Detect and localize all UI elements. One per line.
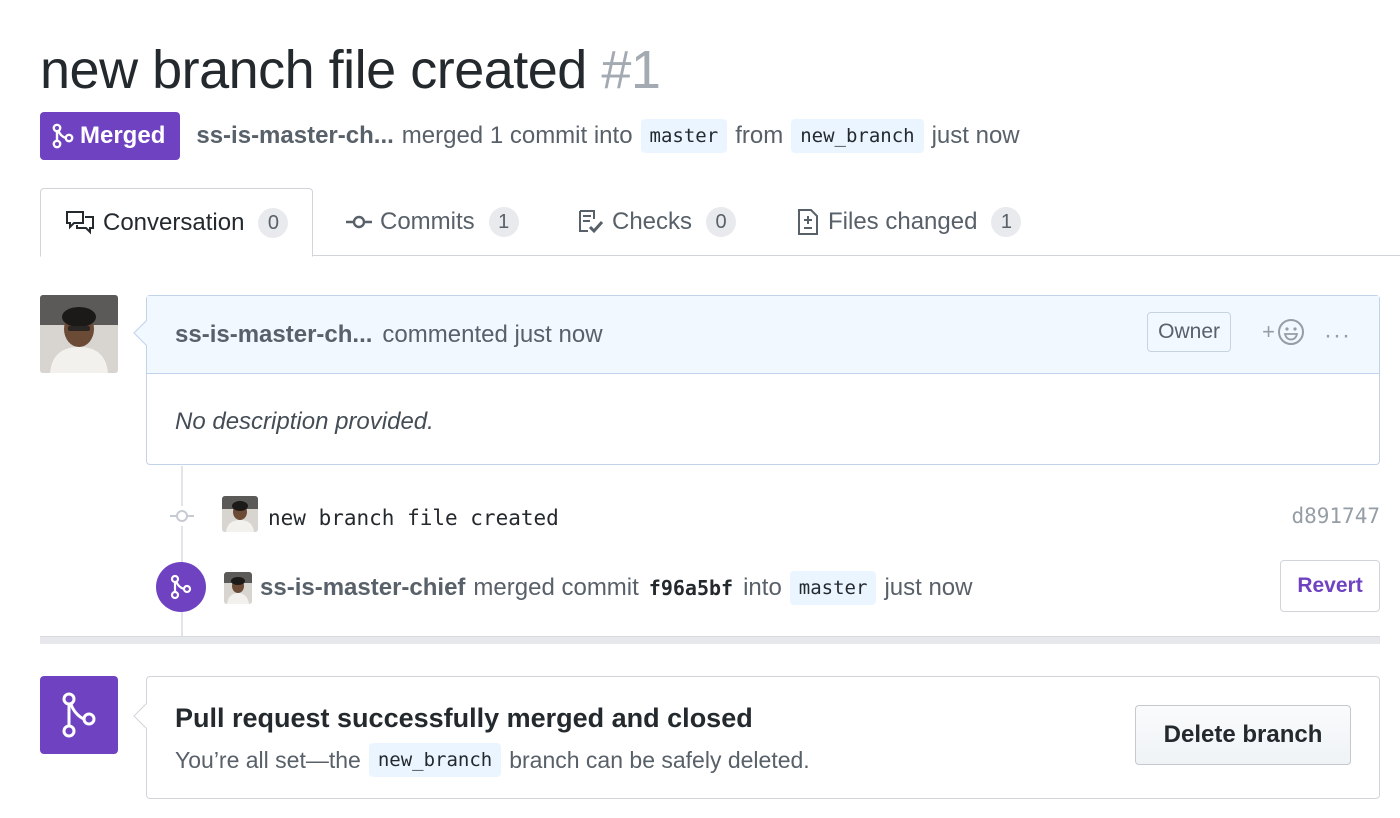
- tab-conversation[interactable]: Conversation 0: [40, 188, 314, 257]
- comment-options-button[interactable]: ···: [1324, 322, 1351, 350]
- merge-event-action: merged commit: [473, 574, 639, 601]
- merged-state-badge: Merged: [40, 112, 181, 160]
- git-commit-icon: [346, 215, 372, 229]
- merger-author-link[interactable]: ss-is-master-chief: [260, 574, 465, 602]
- pr-title-heading: new branch file created #1: [40, 38, 661, 102]
- comment-action: commented just now: [382, 320, 603, 348]
- pr-description-comment: ss-is-master-ch... commented just now Ow…: [133, 295, 1380, 465]
- merge-event-into: into: [743, 574, 782, 601]
- merge-status-box: Pull request successfully merged and clo…: [133, 676, 1380, 799]
- timeline-merge-event: ss-is-master-chief merged commit f96a5bf…: [156, 560, 1380, 612]
- tab-checks-count: 0: [706, 207, 737, 237]
- checklist-icon: [579, 210, 604, 234]
- git-commit-icon: [168, 506, 196, 526]
- owner-badge-label: Owner: [1158, 320, 1220, 343]
- merge-event-badge: [156, 562, 206, 612]
- revert-button[interactable]: Revert: [1280, 560, 1380, 612]
- commit-sha-link[interactable]: d891747: [1291, 504, 1380, 528]
- avatar-photo: [40, 295, 118, 373]
- commit-author-avatar[interactable]: [222, 496, 258, 532]
- smiley-icon: [1278, 319, 1304, 345]
- head-branch-label[interactable]: new_branch: [791, 119, 924, 153]
- avatar-photo: [222, 496, 258, 532]
- commit-message-link[interactable]: new branch file created: [268, 506, 559, 530]
- avatar[interactable]: [40, 295, 118, 373]
- delete-branch-button[interactable]: Delete branch: [1135, 705, 1351, 765]
- avatar-photo: [224, 572, 252, 604]
- merger-avatar[interactable]: [224, 572, 252, 604]
- owner-badge: Owner: [1147, 312, 1231, 352]
- git-merge-icon: [62, 692, 96, 738]
- merge-status-sub-after: branch can be safely deleted.: [509, 746, 810, 773]
- tab-commits-count: 1: [488, 207, 519, 237]
- merge-summary-text: merged 1 commit into: [401, 122, 633, 149]
- merge-status-sub-before: You’re all set—the: [175, 746, 361, 773]
- comment-body: No description provided.: [175, 408, 434, 435]
- git-merge-icon: [52, 123, 74, 149]
- pr-title: new branch file created: [40, 40, 587, 100]
- timeline-divider: [40, 636, 1380, 644]
- merge-event-text: ss-is-master-chief merged commit f96a5bf…: [260, 571, 972, 605]
- tab-commits[interactable]: Commits 1: [346, 188, 519, 256]
- merged-state-label: Merged: [80, 122, 166, 149]
- pr-tabs: Conversation 0 Commits 1 Checks 0 Files …: [40, 188, 1400, 257]
- merge-event-time: just now: [884, 574, 973, 601]
- comment-header: ss-is-master-ch... commented just now Ow…: [147, 296, 1379, 374]
- git-merge-icon: [170, 574, 192, 600]
- add-reaction-button[interactable]: +: [1262, 318, 1305, 346]
- merge-box-pointer: [133, 703, 159, 729]
- reaction-plus: +: [1262, 319, 1275, 344]
- tab-commits-label: Commits: [380, 208, 475, 235]
- kebab-horizontal-icon: ···: [1324, 322, 1351, 349]
- merge-event-branch[interactable]: master: [789, 571, 877, 605]
- tab-files-changed[interactable]: Files changed 1: [796, 188, 1022, 256]
- from-text: from: [735, 122, 784, 149]
- comment-discussion-icon: [66, 210, 94, 234]
- base-branch-label[interactable]: master: [640, 119, 728, 153]
- merge-status-icon-badge: [40, 676, 118, 754]
- tab-files-changed-label: Files changed: [828, 208, 978, 235]
- timeline-commit-item: new branch file created d891747: [160, 492, 1380, 540]
- merge-status-title: Pull request successfully merged and clo…: [175, 703, 753, 733]
- merge-status-subtitle: You’re all set—the new_branch branch can…: [175, 743, 810, 777]
- merge-status-branch[interactable]: new_branch: [368, 743, 502, 777]
- tab-checks[interactable]: Checks 0: [578, 188, 737, 256]
- comment-author-link[interactable]: ss-is-master-ch...: [175, 321, 372, 349]
- tab-files-changed-count: 1: [991, 207, 1022, 237]
- pr-meta: Merged ss-is-master-ch... merged 1 commi…: [40, 112, 1020, 160]
- tab-conversation-label: Conversation: [103, 208, 245, 236]
- merge-commit-sha-link[interactable]: f96a5bf: [649, 576, 733, 600]
- tab-conversation-count: 0: [258, 207, 289, 238]
- tab-checks-label: Checks: [612, 208, 693, 235]
- pr-author-link[interactable]: ss-is-master-ch...: [196, 122, 393, 150]
- pr-time: just now: [931, 122, 1020, 149]
- diff-icon: [798, 209, 818, 235]
- pr-number: #1: [601, 40, 661, 100]
